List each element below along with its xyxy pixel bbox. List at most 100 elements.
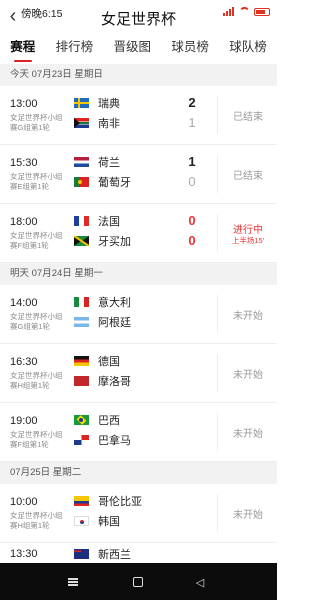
- flag-jamaica-icon: [74, 236, 89, 246]
- match-time: 14:00: [10, 297, 38, 309]
- match-time: 13:00: [10, 98, 38, 110]
- flag-south-africa-icon: [74, 118, 89, 128]
- menu-icon[interactable]: [66, 575, 80, 589]
- match-competition: 女足世界杯小组赛G组第1轮: [10, 312, 63, 331]
- match-status: 进行中: [233, 225, 263, 236]
- back-nav-icon[interactable]: ◁: [193, 575, 207, 589]
- home-score: 0: [188, 213, 196, 228]
- team-name: 巴西: [98, 415, 120, 427]
- tab-bar: 赛程 排行榜 晋级图 球员榜 球队榜: [0, 34, 277, 64]
- match-time: 15:30: [10, 157, 38, 169]
- team-name: 牙买加: [98, 236, 131, 248]
- flag-portugal-icon: [74, 177, 89, 187]
- divider: [217, 155, 218, 193]
- team-name: 哥伦比亚: [98, 496, 142, 508]
- match-status: 未开始: [233, 370, 263, 381]
- match-row[interactable]: 13:30 新西兰: [0, 543, 277, 564]
- date-header: 明天 07月24日 星期一: [0, 263, 277, 285]
- match-row[interactable]: 15:30 女足世界杯小组赛E组第1轮 荷兰 葡萄牙 1 0 已结束: [0, 145, 277, 204]
- team-name: 荷兰: [98, 157, 120, 169]
- home-team: 德国: [74, 354, 120, 368]
- match-status: 未开始: [233, 510, 263, 521]
- date-header: 今天 07月23日 星期日: [0, 64, 277, 86]
- away-team: 阿根廷: [74, 315, 131, 329]
- match-row[interactable]: 14:00 女足世界杯小组赛G组第1轮 意大利 阿根廷 未开始: [0, 285, 277, 344]
- match-row[interactable]: 18:00 女足世界杯小组赛F组第1轮 法国 牙买加 0 0 进行中 上半场15…: [0, 204, 277, 263]
- divider: [217, 494, 218, 532]
- away-team: 南非: [74, 116, 120, 130]
- away-team: 牙买加: [74, 234, 131, 248]
- away-team: 巴拿马: [74, 433, 131, 447]
- flag-morocco-icon: [74, 376, 89, 386]
- match-list: 今天 07月23日 星期日 13:00 女足世界杯小组赛G组第1轮 瑞典 南非 …: [0, 64, 277, 564]
- match-status: 未开始: [233, 429, 263, 440]
- home-team: 新西兰: [74, 547, 131, 561]
- home-team: 意大利: [74, 295, 131, 309]
- match-live-detail: 上半场15': [231, 236, 265, 245]
- date-header: 07月25日 星期二: [0, 462, 277, 484]
- match-time: 16:30: [10, 356, 38, 368]
- match-competition: 女足世界杯小组赛F组第1轮: [10, 231, 63, 250]
- tab-player-stats[interactable]: 球员榜: [169, 34, 211, 64]
- away-score: 0: [188, 174, 196, 189]
- tab-schedule[interactable]: 赛程: [8, 34, 37, 64]
- home-team: 法国: [74, 214, 120, 228]
- home-score: 2: [188, 95, 196, 110]
- team-name: 意大利: [98, 297, 131, 309]
- team-name: 法国: [98, 216, 120, 228]
- team-name: 德国: [98, 356, 120, 368]
- page-title: 女足世界杯: [100, 11, 176, 28]
- home-team: 哥伦比亚: [74, 494, 142, 508]
- match-row[interactable]: 10:00 女足世界杯小组赛H组第1轮 哥伦比亚 韩国 未开始: [0, 484, 277, 543]
- home-team: 荷兰: [74, 155, 120, 169]
- home-icon[interactable]: [131, 575, 145, 589]
- match-row[interactable]: 16:30 女足世界杯小组赛H组第1轮 德国 摩洛哥 未开始: [0, 344, 277, 403]
- match-competition: 女足世界杯小组赛G组第1轮: [10, 113, 63, 132]
- away-score: 0: [188, 233, 196, 248]
- match-row[interactable]: 13:00 女足世界杯小组赛G组第1轮 瑞典 南非 2 1 已结束: [0, 86, 277, 145]
- match-time: 13:30: [10, 548, 38, 560]
- flag-germany-icon: [74, 356, 89, 366]
- divider: [217, 354, 218, 392]
- divider: [217, 214, 218, 252]
- match-competition: 女足世界杯小组赛F组第1轮: [10, 430, 63, 449]
- title-bar: ‹ 女足世界杯: [0, 0, 277, 34]
- match-status: 未开始: [233, 311, 263, 322]
- team-name: 阿根廷: [98, 317, 131, 329]
- flag-south-korea-icon: [74, 516, 89, 526]
- tab-rankings[interactable]: 排行榜: [54, 34, 96, 64]
- team-name: 南非: [98, 118, 120, 130]
- match-status: 已结束: [233, 112, 263, 123]
- flag-argentina-icon: [74, 317, 89, 327]
- home-team: 巴西: [74, 413, 120, 427]
- match-time: 18:00: [10, 216, 38, 228]
- flag-sweden-icon: [74, 98, 89, 108]
- match-time: 10:00: [10, 496, 38, 508]
- flag-panama-icon: [74, 435, 89, 445]
- match-row[interactable]: 19:00 女足世界杯小组赛F组第1轮 巴西 巴拿马 未开始: [0, 403, 277, 462]
- flag-brazil-icon: [74, 415, 89, 425]
- team-name: 葡萄牙: [98, 177, 131, 189]
- team-name: 新西兰: [98, 549, 131, 561]
- team-name: 瑞典: [98, 98, 120, 110]
- away-team: 韩国: [74, 514, 120, 528]
- match-competition: 女足世界杯小组赛H组第1轮: [10, 371, 63, 390]
- match-status: 已结束: [233, 171, 263, 182]
- flag-new-zealand-icon: [74, 549, 89, 559]
- tab-team-stats[interactable]: 球队榜: [227, 34, 269, 64]
- away-score: 1: [188, 115, 196, 130]
- team-name: 韩国: [98, 516, 120, 528]
- flag-italy-icon: [74, 297, 89, 307]
- team-name: 巴拿马: [98, 435, 131, 447]
- divider: [217, 413, 218, 451]
- flag-france-icon: [74, 216, 89, 226]
- flag-netherlands-icon: [74, 157, 89, 167]
- match-competition: 女足世界杯小组赛H组第1轮: [10, 511, 63, 530]
- flag-colombia-icon: [74, 496, 89, 506]
- match-time: 19:00: [10, 415, 38, 427]
- tab-bracket[interactable]: 晋级图: [111, 34, 153, 64]
- match-competition: 女足世界杯小组赛E组第1轮: [10, 172, 63, 191]
- divider: [217, 96, 218, 134]
- away-team: 葡萄牙: [74, 175, 131, 189]
- away-team: 摩洛哥: [74, 374, 131, 388]
